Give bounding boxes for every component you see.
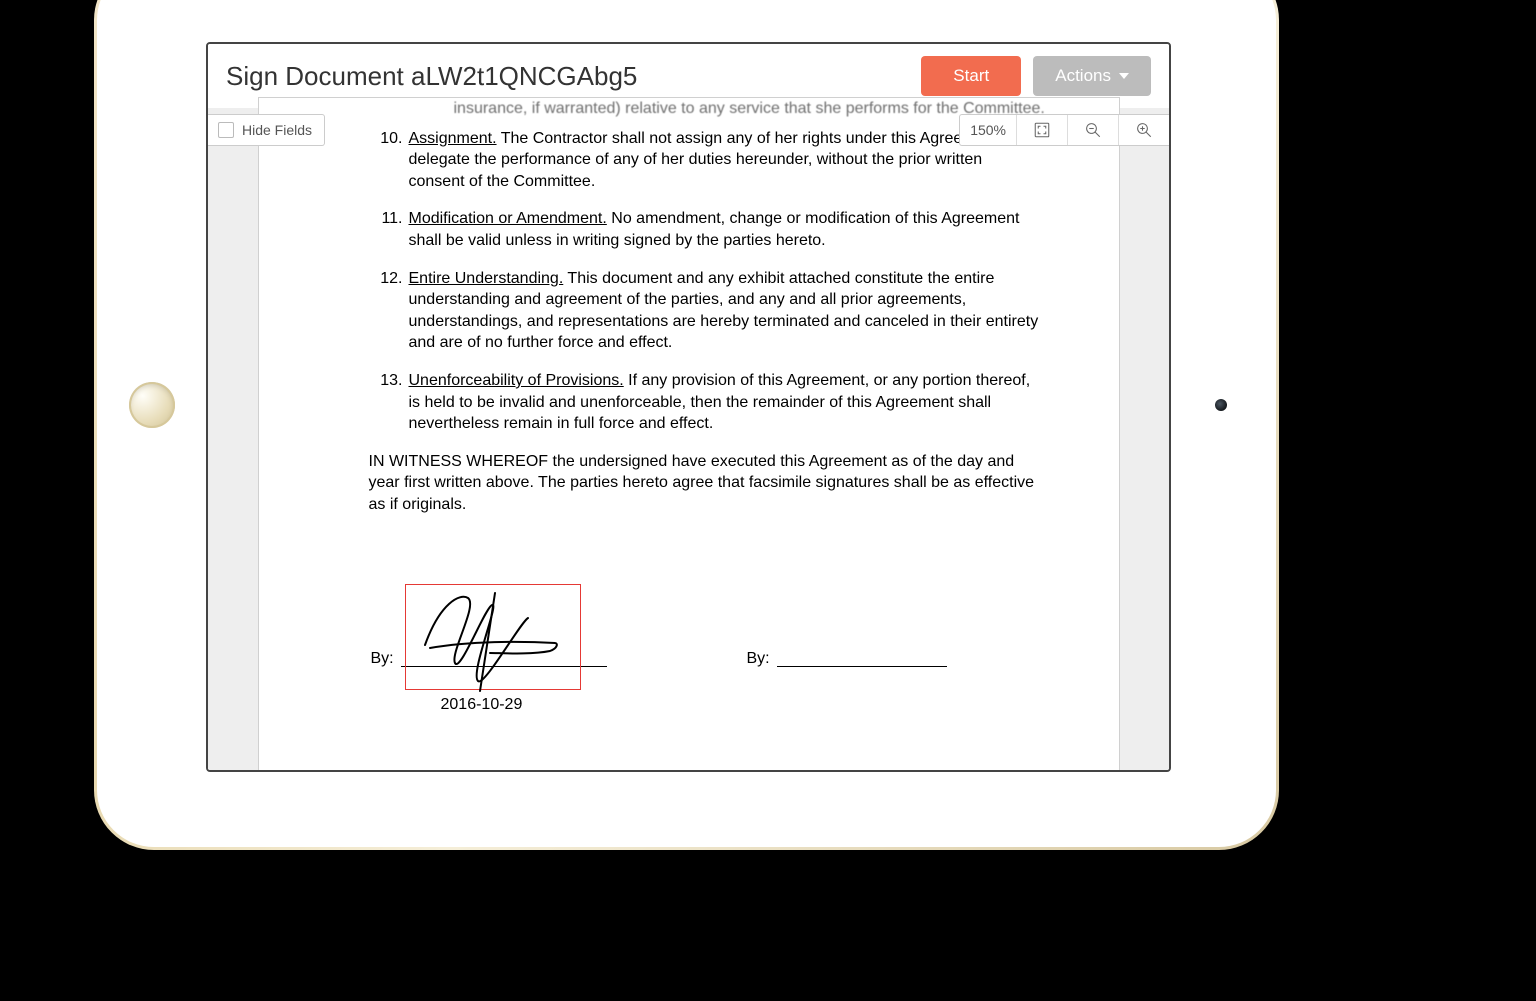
zoom-toolbar: 150% — [959, 114, 1169, 146]
fit-screen-button[interactable] — [1017, 115, 1068, 145]
app-screen: Sign Document aLW2t1QNCGAbg5 Start Actio… — [206, 42, 1171, 772]
clause-body: Unenforceability of Provisions. If any p… — [409, 370, 1039, 435]
document-content: insurance, if warranted) relative to any… — [369, 98, 1039, 532]
zoom-level-display[interactable]: 150% — [960, 115, 1017, 145]
front-camera — [1215, 399, 1227, 411]
clause-title: Modification or Amendment. — [409, 210, 607, 227]
clause-title: Unenforceability of Provisions. — [409, 372, 624, 389]
signature-line-2[interactable] — [777, 666, 947, 667]
clause-number: 13. — [369, 370, 409, 435]
start-button-label: Start — [953, 66, 989, 86]
clause-title: Assignment. — [409, 130, 497, 147]
clause-11: 11. Modification or Amendment. No amendm… — [369, 208, 1039, 251]
clause-list: 10. Assignment. The Contractor shall not… — [369, 128, 1039, 435]
clause-number: 11. — [369, 208, 409, 251]
clause-text: The Contractor shall not assign any of h… — [409, 130, 1021, 190]
clause-12: 12. Entire Understanding. This document … — [369, 268, 1039, 354]
start-button[interactable]: Start — [921, 56, 1021, 96]
signature-field[interactable] — [405, 584, 581, 690]
hide-fields-toggle[interactable]: Hide Fields — [208, 114, 325, 146]
document-page[interactable]: insurance, if warranted) relative to any… — [259, 98, 1119, 772]
clause-13: 13. Unenforceability of Provisions. If a… — [369, 370, 1039, 435]
zoom-out-icon — [1084, 121, 1102, 139]
clause-number: 12. — [369, 268, 409, 354]
fullscreen-icon — [1033, 121, 1051, 139]
hide-fields-label: Hide Fields — [242, 122, 312, 138]
by-label-1: By: — [371, 650, 394, 668]
witness-paragraph: IN WITNESS WHEREOF the undersigned have … — [369, 451, 1039, 516]
chevron-down-icon — [1119, 73, 1129, 79]
checkbox-icon — [218, 122, 234, 138]
partial-line: insurance, if warranted) relative to any… — [454, 98, 1039, 120]
zoom-in-button[interactable] — [1119, 115, 1169, 145]
clause-body: Assignment. The Contractor shall not ass… — [409, 128, 1039, 193]
signature-icon — [400, 573, 590, 703]
clause-body: Entire Understanding. This document and … — [409, 268, 1039, 354]
actions-button-label: Actions — [1055, 66, 1111, 86]
zoom-out-button[interactable] — [1068, 115, 1119, 145]
clause-10: 10. Assignment. The Contractor shall not… — [369, 128, 1039, 193]
actions-dropdown-button[interactable]: Actions — [1033, 56, 1151, 96]
signature-date: 2016-10-29 — [441, 696, 523, 714]
clause-number: 10. — [369, 128, 409, 193]
by-label-2: By: — [747, 650, 770, 668]
page-title: Sign Document aLW2t1QNCGAbg5 — [226, 61, 909, 92]
clause-title: Entire Understanding. — [409, 270, 564, 287]
document-viewer: insurance, if warranted) relative to any… — [208, 108, 1169, 770]
home-button[interactable] — [129, 382, 175, 428]
tablet-frame: Sign Document aLW2t1QNCGAbg5 Start Actio… — [94, 0, 1279, 850]
clause-body: Modification or Amendment. No amendment,… — [409, 208, 1039, 251]
zoom-in-icon — [1135, 121, 1153, 139]
